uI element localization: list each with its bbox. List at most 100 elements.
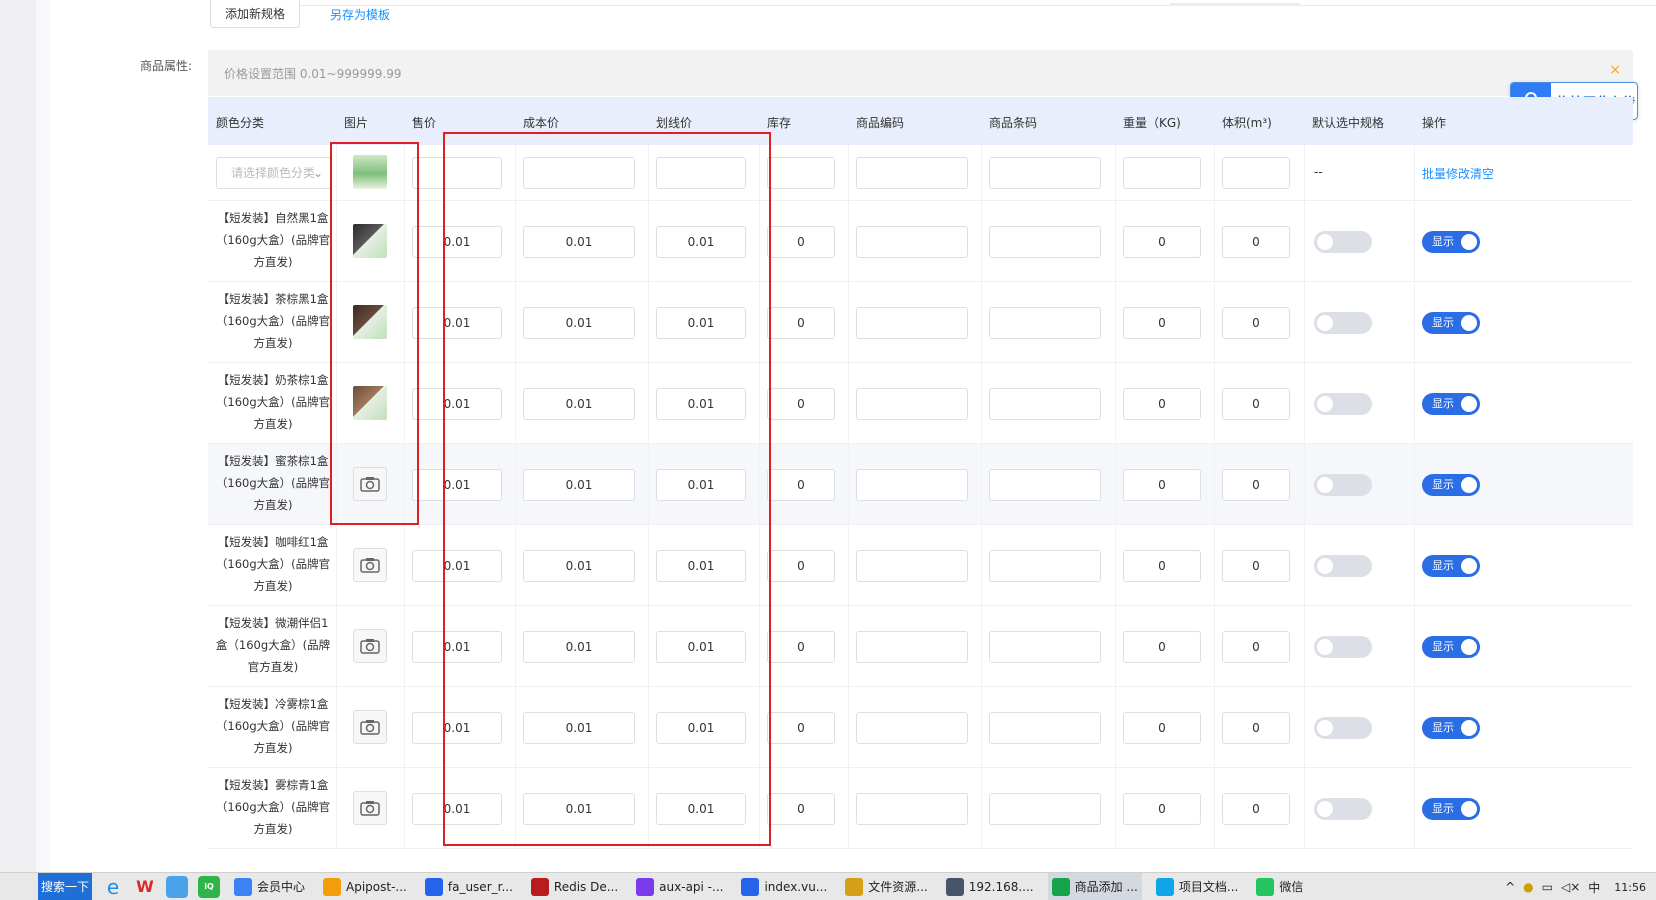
- app-grid-icon[interactable]: [166, 875, 188, 898]
- default-spec-toggle[interactable]: [1314, 635, 1372, 658]
- taskbar-app[interactable]: Redis De...: [527, 873, 622, 900]
- visibility-toggle[interactable]: 显示: [1422, 392, 1480, 415]
- sku-code-input[interactable]: [856, 630, 968, 663]
- volume-input[interactable]: 0: [1222, 711, 1290, 744]
- barcode-input[interactable]: [989, 711, 1101, 744]
- add-spec-button[interactable]: 添加新规格: [210, 0, 301, 28]
- volume-input[interactable]: 0: [1222, 387, 1290, 420]
- taskbar-app[interactable]: 文件资源...: [841, 873, 931, 900]
- taskbar-app[interactable]: 商品添加 ...: [1047, 872, 1142, 900]
- iqiyi-icon[interactable]: iQ: [198, 875, 220, 898]
- taskbar-app[interactable]: index.vu...: [737, 873, 831, 900]
- taskbar-search-button[interactable]: 搜索一下: [38, 872, 92, 900]
- sku-code-input[interactable]: [856, 306, 968, 339]
- default-spec-toggle[interactable]: [1314, 797, 1372, 820]
- volume-input[interactable]: 0: [1222, 630, 1290, 663]
- taskbar-app[interactable]: 会员中心: [230, 873, 309, 900]
- taskbar-app[interactable]: 项目文档...: [1152, 873, 1242, 900]
- barcode-input[interactable]: [989, 468, 1101, 501]
- taskbar-app[interactable]: aux-api -...: [632, 873, 727, 900]
- taskbar-app[interactable]: Apipost-...: [319, 873, 411, 900]
- batch-sku-code-input[interactable]: [856, 157, 968, 189]
- weight-input[interactable]: 0: [1123, 630, 1201, 663]
- barcode-input[interactable]: [989, 630, 1101, 663]
- visibility-toggle[interactable]: 显示: [1422, 311, 1480, 334]
- batch-stock-input[interactable]: [767, 157, 835, 189]
- app-icon: [323, 877, 342, 896]
- stock-input[interactable]: 0: [767, 711, 835, 744]
- batch-weight-input[interactable]: [1123, 157, 1201, 189]
- header-price: 售价: [412, 116, 437, 130]
- visibility-toggle[interactable]: 显示: [1422, 797, 1480, 820]
- stock-input[interactable]: 0: [767, 306, 835, 339]
- sku-code-input[interactable]: [856, 387, 968, 420]
- default-spec-toggle[interactable]: [1314, 716, 1372, 739]
- stock-input[interactable]: 0: [767, 468, 835, 501]
- close-icon[interactable]: ×: [1609, 62, 1621, 78]
- camera-icon[interactable]: [353, 548, 387, 582]
- batch-barcode-input[interactable]: [989, 157, 1101, 189]
- volume-input[interactable]: 0: [1222, 549, 1290, 582]
- column-divider: [1304, 525, 1305, 605]
- stock-input[interactable]: 0: [767, 630, 835, 663]
- default-spec-toggle[interactable]: [1314, 392, 1372, 415]
- weight-input[interactable]: 0: [1123, 711, 1201, 744]
- column-divider: [848, 606, 849, 686]
- volume-input[interactable]: 0: [1222, 225, 1290, 258]
- batch-volume-input[interactable]: [1222, 157, 1290, 189]
- barcode-input[interactable]: [989, 306, 1101, 339]
- clock[interactable]: 11:56: [1614, 881, 1646, 894]
- volume-input[interactable]: 0: [1222, 306, 1290, 339]
- barcode-input[interactable]: [989, 792, 1101, 825]
- volume-input[interactable]: 0: [1222, 792, 1290, 825]
- barcode-input[interactable]: [989, 387, 1101, 420]
- taskbar-app[interactable]: fa_user_r...: [421, 873, 517, 900]
- taskbar-app[interactable]: 192.168....: [942, 873, 1038, 900]
- chevron-up-icon[interactable]: ^: [1505, 880, 1515, 894]
- column-divider: [1214, 201, 1215, 281]
- volume-icon[interactable]: ◁×: [1561, 880, 1580, 894]
- weight-input[interactable]: 0: [1123, 225, 1201, 258]
- stock-input[interactable]: 0: [767, 225, 835, 258]
- batch-clear-link[interactable]: 批量修改清空: [1422, 165, 1494, 182]
- default-spec-toggle[interactable]: [1314, 473, 1372, 496]
- camera-icon[interactable]: [353, 629, 387, 663]
- sku-code-input[interactable]: [856, 792, 968, 825]
- visibility-toggle[interactable]: 显示: [1422, 716, 1480, 739]
- color-select[interactable]: 请选择颜色分类 ⌄: [216, 157, 332, 189]
- stock-input[interactable]: 0: [767, 387, 835, 420]
- stock-input[interactable]: 0: [767, 549, 835, 582]
- save-template-link[interactable]: 另存为模板: [330, 6, 390, 23]
- column-divider: [848, 525, 849, 605]
- ie-browser-icon[interactable]: e: [102, 875, 124, 899]
- system-tray: ^ ● ▭ ◁× 中 11:56: [1497, 873, 1646, 900]
- stock-input[interactable]: 0: [767, 792, 835, 825]
- visibility-toggle[interactable]: 显示: [1422, 554, 1480, 577]
- weight-input[interactable]: 0: [1123, 468, 1201, 501]
- volume-input[interactable]: 0: [1222, 468, 1290, 501]
- ime-indicator[interactable]: 中: [1588, 879, 1600, 896]
- weight-input[interactable]: 0: [1123, 549, 1201, 582]
- taskbar-app[interactable]: 微信: [1252, 873, 1307, 900]
- sku-code-input[interactable]: [856, 468, 968, 501]
- camera-icon[interactable]: [353, 791, 387, 825]
- weight-input[interactable]: 0: [1123, 306, 1201, 339]
- visibility-toggle[interactable]: 显示: [1422, 473, 1480, 496]
- weight-input[interactable]: 0: [1123, 387, 1201, 420]
- visibility-toggle[interactable]: 显示: [1422, 230, 1480, 253]
- default-spec-toggle[interactable]: [1314, 230, 1372, 253]
- plus-icon[interactable]: ●: [1523, 880, 1533, 894]
- camera-icon[interactable]: [353, 710, 387, 744]
- weight-input[interactable]: 0: [1123, 792, 1201, 825]
- barcode-input[interactable]: [989, 225, 1101, 258]
- sku-code-input[interactable]: [856, 711, 968, 744]
- visibility-toggle[interactable]: 显示: [1422, 635, 1480, 658]
- taskbar-app-label: index.vu...: [764, 879, 828, 894]
- wps-icon[interactable]: W: [134, 876, 156, 898]
- barcode-input[interactable]: [989, 549, 1101, 582]
- sku-code-input[interactable]: [856, 549, 968, 582]
- default-spec-toggle[interactable]: [1314, 554, 1372, 577]
- network-icon[interactable]: ▭: [1542, 880, 1553, 894]
- sku-code-input[interactable]: [856, 225, 968, 258]
- default-spec-toggle[interactable]: [1314, 311, 1372, 334]
